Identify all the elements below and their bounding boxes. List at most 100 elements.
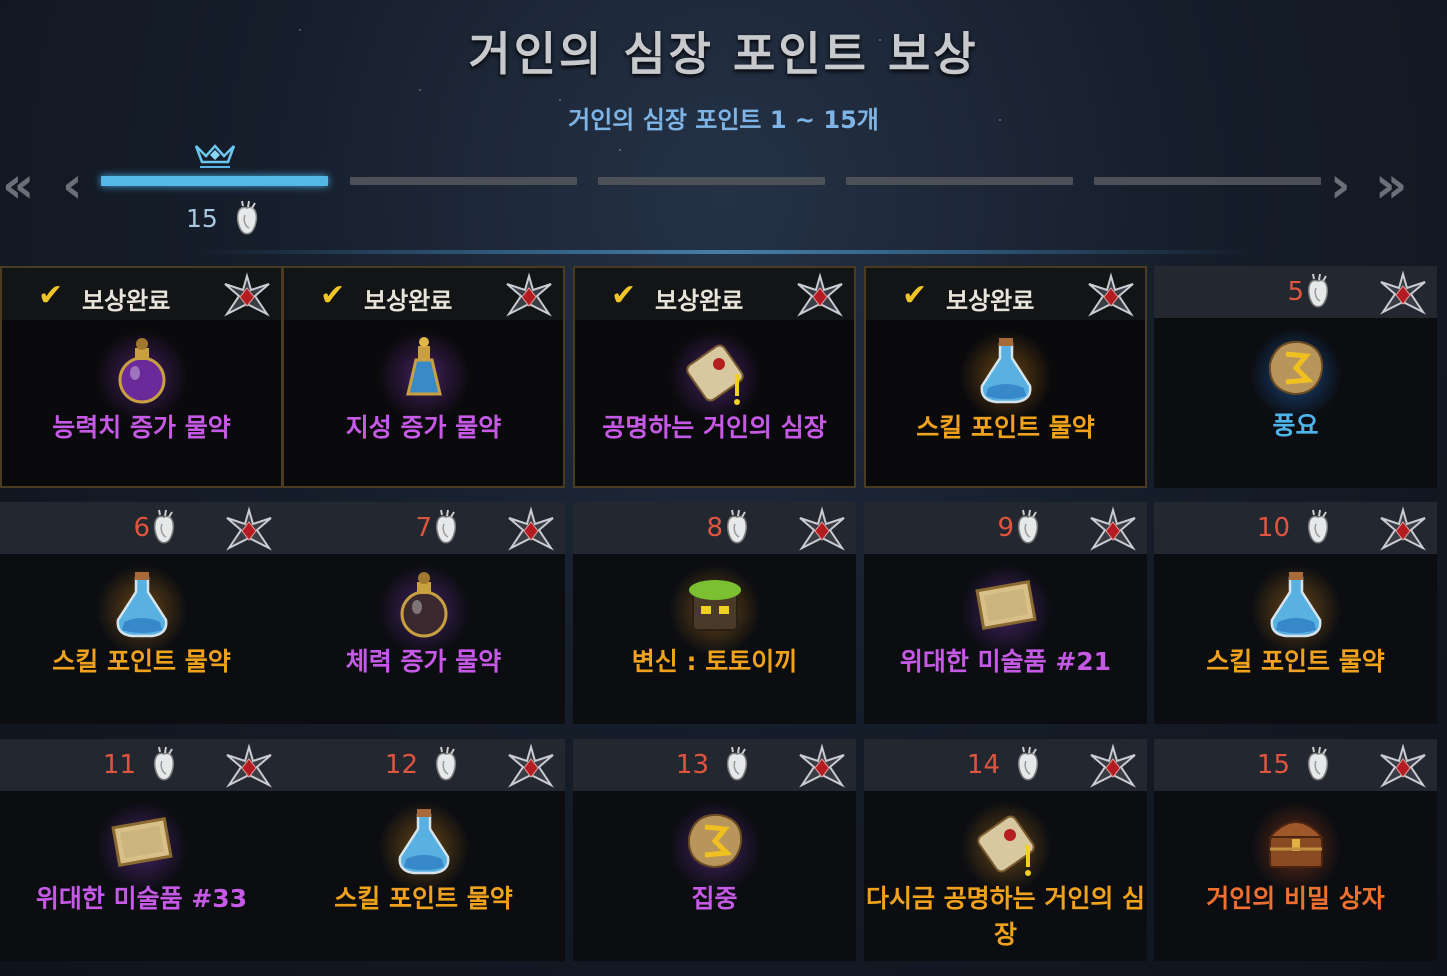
reward-card-header: 7 xyxy=(282,502,565,554)
reward-card-header: ✔ 보상완료 xyxy=(2,268,281,320)
reward-card[interactable]: 9 위대한 미술품 #21 xyxy=(864,502,1147,724)
reward-item-name: 위대한 미술품 #33 xyxy=(35,884,248,913)
reward-card[interactable]: 11 위대한 미술품 #33 xyxy=(0,739,283,961)
reward-claimed-label: 보상완료 xyxy=(655,287,744,315)
potion-flask-blue-icon xyxy=(398,809,449,875)
reward-card-header: 12 xyxy=(282,739,565,791)
grade-emblem-icon xyxy=(226,743,272,788)
treasure-chest-icon xyxy=(1267,821,1324,868)
reward-card-header: 15 xyxy=(1154,739,1437,791)
painting-icon xyxy=(110,817,173,867)
page-title: 거인의 심장 포인트 보상 xyxy=(468,27,979,81)
grade-emblem-icon xyxy=(799,743,845,788)
reward-item-name: 능력치 증가 물약 xyxy=(52,413,231,442)
check-icon: ✔ xyxy=(611,278,637,313)
reward-item-name: 집중 xyxy=(691,884,738,913)
grade-emblem-icon xyxy=(1090,506,1136,551)
reward-item-name: 스킬 포인트 물약 xyxy=(52,647,231,676)
grade-emblem-icon xyxy=(1088,272,1134,317)
giant-heart-icon xyxy=(153,746,175,781)
grade-emblem-icon xyxy=(797,272,843,317)
scroll-icon xyxy=(976,815,1035,876)
reward-item-name: 풍요 xyxy=(1272,411,1319,440)
grade-emblem-icon xyxy=(799,506,845,551)
nav-next-button[interactable]: › xyxy=(1330,160,1351,210)
reward-card[interactable]: 8 변신 : 토토이끼 xyxy=(573,502,856,724)
reward-card[interactable]: 15 거인의 비밀 상자 xyxy=(1154,739,1437,961)
giant-heart-icon xyxy=(726,509,748,544)
reward-card[interactable]: ✔ 보상완료지성 증가 물약 xyxy=(282,266,565,488)
check-icon: ✔ xyxy=(38,278,64,313)
giant-heart-icon xyxy=(435,746,457,781)
reward-item-name: 공명하는 거인의 심장 xyxy=(602,413,827,442)
potion-flask-blue-icon xyxy=(116,572,167,638)
potion-round-dark-icon xyxy=(400,572,447,638)
reward-level: 11 xyxy=(102,750,136,780)
grade-emblem-icon xyxy=(1380,506,1426,551)
giant-heart-icon xyxy=(1307,509,1329,544)
nav-first-button[interactable]: « xyxy=(2,160,34,210)
potion-tall-blue-icon xyxy=(405,337,442,396)
progress-points: 15 xyxy=(186,204,218,233)
reward-card-header: 9 xyxy=(864,502,1147,554)
page-segment-4[interactable] xyxy=(846,177,1073,185)
reward-level: 12 xyxy=(384,750,418,780)
reward-claimed-label: 보상완료 xyxy=(82,287,171,315)
reward-item-name: 체력 증가 물약 xyxy=(345,647,502,676)
grade-emblem-icon xyxy=(506,272,552,317)
painting-icon xyxy=(974,580,1037,630)
reward-level: 7 xyxy=(415,513,432,543)
giant-heart-icon xyxy=(236,200,258,235)
reward-item-name: 스킬 포인트 물약 xyxy=(916,413,1095,442)
mossy-chest-icon xyxy=(688,580,741,631)
reward-card-header: 5 xyxy=(1154,266,1437,318)
reward-item-name: 변신 : 토토이끼 xyxy=(631,647,798,676)
giant-heart-icon xyxy=(1017,509,1039,544)
giant-heart-icon xyxy=(435,509,457,544)
reward-card[interactable]: 5 풍요 xyxy=(1154,266,1437,488)
potion-flask-blue-icon xyxy=(980,338,1031,404)
giant-heart-icon xyxy=(1307,746,1329,781)
reward-card[interactable]: 10 스킬 포인트 물약 xyxy=(1154,502,1437,724)
reward-item-name: 위대한 미술품 #21 xyxy=(899,647,1112,676)
page-segment-3[interactable] xyxy=(598,177,825,185)
reward-level: 8 xyxy=(706,513,723,543)
reward-item-name: 스킬 포인트 물약 xyxy=(1206,647,1385,676)
reward-level: 15 xyxy=(1256,750,1290,780)
potion-flask-blue-icon xyxy=(1270,572,1321,638)
reward-item-name: 지성 증가 물약 xyxy=(345,413,502,442)
page-segment-5[interactable] xyxy=(1094,177,1321,185)
reward-card[interactable]: ✔ 보상완료스킬 포인트 물약 xyxy=(864,266,1147,488)
reward-card-header: 14 xyxy=(864,739,1147,791)
nav-prev-button[interactable]: ‹ xyxy=(62,160,83,210)
reward-card-header: ✔ 보상완료 xyxy=(866,268,1145,320)
reward-card[interactable]: 13 집중 xyxy=(573,739,856,961)
scroll-icon xyxy=(685,344,744,405)
reward-card[interactable]: ✔ 보상완료공명하는 거인의 심장 xyxy=(573,266,856,488)
reward-level: 9 xyxy=(997,513,1014,543)
reward-claimed-label: 보상완료 xyxy=(364,287,453,315)
grade-emblem-icon xyxy=(508,743,554,788)
reward-card[interactable]: 12 스킬 포인트 물약 xyxy=(282,739,565,961)
reward-card[interactable]: ✔ 보상완료능력치 증가 물약 xyxy=(0,266,283,488)
potion-round-purple-icon xyxy=(118,338,165,404)
reward-card[interactable]: 14 다시금 공명하는 거인의 심장 xyxy=(864,739,1147,961)
reward-level: 13 xyxy=(675,750,709,780)
grade-emblem-icon xyxy=(226,506,272,551)
nav-last-button[interactable]: » xyxy=(1375,160,1407,210)
grade-emblem-icon xyxy=(1090,743,1136,788)
check-icon: ✔ xyxy=(320,278,346,313)
giant-heart-icon xyxy=(1307,273,1329,308)
reward-card[interactable]: 7 체력 증가 물약 xyxy=(282,502,565,724)
rune-icon xyxy=(1268,340,1323,396)
reward-level: 5 xyxy=(1287,277,1304,307)
check-icon: ✔ xyxy=(902,278,928,313)
page-segment-1[interactable] xyxy=(101,176,328,186)
reward-card[interactable]: 6 스킬 포인트 물약 xyxy=(0,502,283,724)
giant-heart-icon xyxy=(726,746,748,781)
reward-card-header: ✔ 보상완료 xyxy=(284,268,563,320)
page-segment-2[interactable] xyxy=(350,177,577,185)
grade-emblem-icon xyxy=(1380,270,1426,315)
reward-card-header: 11 xyxy=(0,739,283,791)
progress-marker-icon xyxy=(194,144,236,168)
